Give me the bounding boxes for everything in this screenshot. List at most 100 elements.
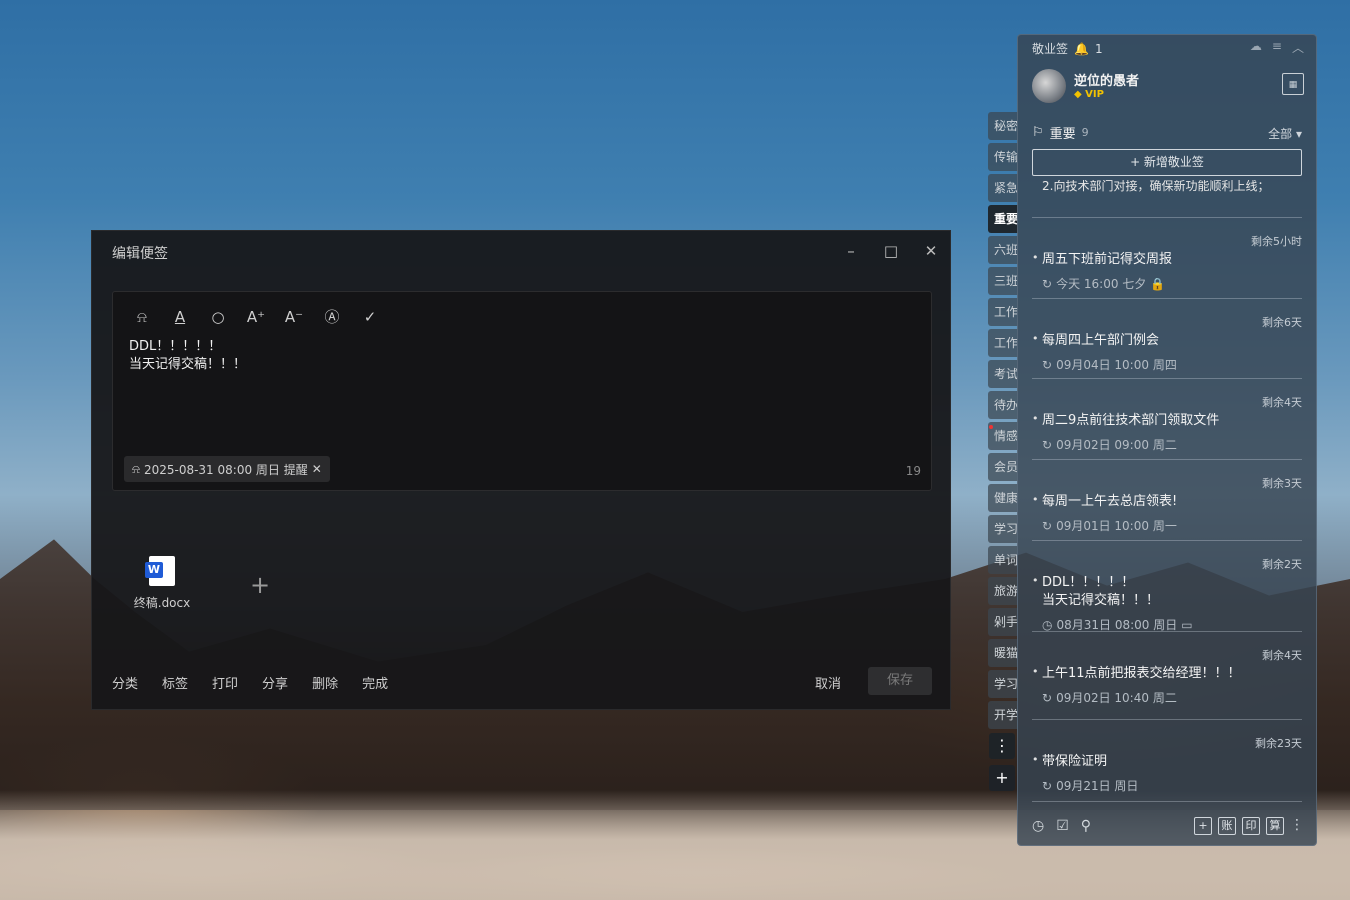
note-content[interactable]: DDL！！！！！ 当天记得交稿！！！ [129,338,246,374]
clock-icon[interactable]: ◷ [1032,818,1044,834]
note-time-text: 09月01日 10:00 周一 [1056,519,1177,533]
note-divider [1032,631,1302,632]
category-tab-label: 重要 [994,212,1018,226]
maximize-button[interactable]: □ [878,239,904,263]
cancel-button[interactable]: 取消 [815,673,841,692]
category-tab[interactable]: 开学 [988,701,1018,729]
category-tab-label: 会员 [994,460,1018,474]
filter-dropdown[interactable]: 全部 ▾ [1268,125,1302,142]
menu-icon[interactable]: ≡ [1272,39,1282,56]
more-categories-button[interactable]: ⋮ [989,733,1015,759]
note-editor[interactable]: ⍾ A ○ A⁺ A⁻ Ⓐ ✓ DDL！！！！！ 当天记得交稿！！！ ⍾ 202… [112,291,932,491]
category-tab[interactable]: 健康 [988,484,1018,512]
repeat-icon: ↻ [1042,778,1053,793]
note-divider [1032,378,1302,379]
note-item[interactable]: 剩余23天带保险证明 ↻09月21日 周日 [1032,735,1302,815]
calculator-tool-button[interactable]: 算 [1266,817,1284,835]
category-tab-label: 六班 [994,243,1018,257]
partial-note-text: 2.向技术部门对接，确保新功能顺利上线； [1042,180,1270,193]
category-tab-label: 剁手 [994,615,1018,629]
note-item[interactable]: 剩余4天周二9点前往技术部门领取文件 ↻09月02日 09:00 周二 [1032,394,1302,474]
cloud-sync-icon[interactable]: ☁ [1250,39,1262,56]
note-time: ↻ 09月02日 09:00 周二 [1042,436,1177,453]
complete-button[interactable]: 完成 [362,673,388,692]
remaining-time: 剩余3天 [1262,477,1302,490]
checklist-icon[interactable]: ☑ [1056,818,1069,834]
category-tab[interactable]: 紧急 [988,174,1018,202]
close-button[interactable]: ✕ [918,239,944,263]
note-time: ↻ 09月01日 10:00 周一 [1042,517,1177,534]
note-time-text: 09月02日 10:40 周二 [1056,691,1177,705]
category-tab-label: 工作 [994,336,1018,350]
reminder-chip[interactable]: ⍾ 2025-08-31 08:00 周日 提醒 ✕ [124,456,330,482]
font-increase-icon[interactable]: A⁺ [245,306,267,328]
search-icon[interactable]: ○ [207,306,229,328]
category-tabs: 秘密 传输 紧急 重要 六班 三班 工作 工作 考试 待办 情感 会员 健康 学习 单词 旅游 剁手 暖猫 学习 开学… [988,112,1018,797]
remaining-time: 剩余4天 [1262,649,1302,662]
category-tab[interactable]: 情感 [988,422,1018,450]
category-tab[interactable]: 待办 [988,391,1018,419]
collapse-icon[interactable]: ︿ [1292,39,1304,56]
notification-count: 1 [1094,41,1103,56]
print-tool-button[interactable]: 印 [1242,817,1260,835]
category-tab[interactable]: 三班 [988,267,1018,295]
category-tab[interactable]: 工作 [988,329,1018,357]
category-tab-label: 学习 [994,677,1018,691]
category-tab-label: 旅游 [994,584,1018,598]
category-tab-label: 工作 [994,305,1018,319]
category-tab[interactable]: 学习 [988,515,1018,543]
add-tool-button[interactable]: + [1194,817,1212,835]
font-decrease-icon[interactable]: A⁻ [283,306,305,328]
category-tab[interactable]: 传输 [988,143,1018,171]
remove-reminder-icon[interactable]: ✕ [312,462,322,476]
add-attachment-button[interactable]: + [250,571,270,599]
note-item[interactable]: 剩余6天每周四上午部门例会 ↻09月04日 10:00 周四 [1032,314,1302,394]
reminder-bell-icon[interactable]: ⍾ [131,306,153,328]
category-tab[interactable]: 考试 [988,360,1018,388]
note-content-line: DDL！！！！！ [129,339,222,354]
add-note-button[interactable]: + 新增敬业签 [1032,149,1302,176]
category-tab[interactable]: 会员 [988,453,1018,481]
save-button[interactable]: 保存 [868,667,932,695]
tag-button[interactable]: 标签 [162,673,188,692]
note-time-text: 09月21日 周日 [1056,779,1139,793]
account-tool-button[interactable]: 账 [1218,817,1236,835]
notification-bell-icon[interactable]: 🔔 [1074,42,1089,56]
note-item[interactable]: 剩余3天每周一上午去总店领表! ↻09月01日 10:00 周一 [1032,475,1302,555]
text-color-icon[interactable]: A [169,306,191,328]
note-title: 上午11点前把报表交给经理！！！ [1032,663,1292,683]
calendar-icon[interactable]: ▦ [1282,73,1304,95]
print-button[interactable]: 打印 [212,673,238,692]
category-tab[interactable]: 单词 [988,546,1018,574]
category-tab[interactable]: 秘密 [988,112,1018,140]
category-tab[interactable]: 六班 [988,236,1018,264]
add-category-button[interactable]: + [989,765,1015,791]
category-tab[interactable]: 学习 [988,670,1018,698]
format-icon[interactable]: Ⓐ [321,306,343,328]
card-icon: ▭ [1181,617,1193,632]
avatar[interactable] [1032,69,1066,103]
note-title-line: 每周四上午部门例会 [1042,333,1160,348]
more-icon[interactable]: ⋮ [1290,817,1304,835]
minimize-button[interactable]: – [838,239,864,263]
note-title-line: 周五下班前记得交周报 [1042,252,1173,267]
category-tab[interactable]: 工作 [988,298,1018,326]
delete-button[interactable]: 删除 [312,673,338,692]
note-title: 每周四上午部门例会 [1032,330,1292,350]
attachment-item[interactable]: W 终稿.docx [132,556,192,611]
category-tab[interactable]: 旅游 [988,577,1018,605]
note-item[interactable]: 剩余5小时周五下班前记得交周报 ↻今天 16:00 七夕🔒 [1032,233,1302,313]
category-button[interactable]: 分类 [112,673,138,692]
note-item[interactable]: 剩余4天上午11点前把报表交给经理！！！ ↻09月02日 10:40 周二 [1032,647,1302,727]
category-tab[interactable]: 重要 [988,205,1018,233]
category-tab[interactable]: 暖猫 [988,639,1018,667]
repeat-icon: ↻ [1042,357,1053,372]
note-title: 带保险证明 [1032,751,1292,771]
checkmark-icon[interactable]: ✓ [359,306,381,328]
sticky-note-panel: 敬业签 🔔 1 ☁ ≡ ︿ 逆位的愚者 ◆ VIP ▦ ⚐ 重要 9 全部 ▾ … [1017,34,1317,846]
share-button[interactable]: 分享 [262,673,288,692]
section-header: ⚐ 重要 9 [1032,123,1089,142]
search-icon[interactable]: ⚲ [1081,818,1091,834]
category-tab[interactable]: 剁手 [988,608,1018,636]
note-title: DDL！！！！！ 当天记得交稿！！！ [1032,572,1292,610]
